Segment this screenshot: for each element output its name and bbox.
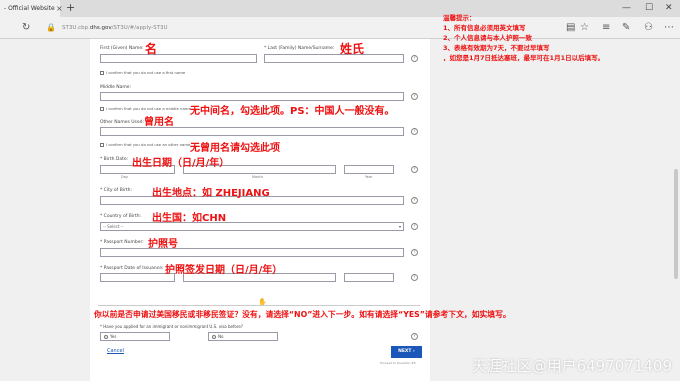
issuance-year-input[interactable] xyxy=(344,273,394,282)
passport-number-label: * Passport Number: xyxy=(100,240,144,245)
tip-item: 3、表格有效期为7天，不要过早填写 xyxy=(443,44,550,52)
help-icon[interactable]: ? xyxy=(411,197,418,204)
maximize-icon[interactable]: ☐ xyxy=(645,0,653,17)
close-window-icon[interactable]: ✕ xyxy=(665,0,673,17)
new-tab-icon[interactable]: + xyxy=(66,0,75,16)
radio-icon xyxy=(104,335,108,339)
checkbox-icon xyxy=(100,143,104,147)
no-first-name-text: I confirm that you do not use a first na… xyxy=(106,70,186,75)
last-name-label: * Last (Family) Name/Surname: xyxy=(264,46,335,51)
issuance-day-input[interactable] xyxy=(100,273,175,282)
annotation-country: 出生国：如CHN xyxy=(152,213,227,224)
scrollbar[interactable] xyxy=(674,169,678,279)
annotation-birth-date: 出生日期（日/月/年） xyxy=(132,158,230,169)
visa-no-radio[interactable]: No xyxy=(208,332,278,341)
help-icon[interactable]: ? xyxy=(411,249,418,256)
lock-icon: 🔒 xyxy=(46,23,56,32)
annotation-visa-question: 你以前是否申请过美国移民或非移民签证？没有，请选择“NO”进入下一步。如有请选择… xyxy=(94,310,511,319)
no-label: No xyxy=(218,334,224,339)
other-names-input[interactable] xyxy=(100,127,404,136)
help-icon[interactable]: ? xyxy=(411,333,418,340)
annotation-other-names: 曾用名 xyxy=(144,117,174,128)
middle-name-label: Middle Name: xyxy=(100,85,132,90)
year-caption: Year xyxy=(365,175,373,179)
minimize-icon[interactable]: — xyxy=(622,0,631,17)
annotation-last-name: 姓氏 xyxy=(340,42,365,56)
checkbox-icon xyxy=(100,107,104,111)
cancel-link[interactable]: Cancel xyxy=(107,348,124,354)
tip-item: ，如您是1月7日抵达塞班，最早可在1月1日以后填写。 xyxy=(443,54,605,62)
refresh-icon[interactable]: ↻ xyxy=(22,21,30,35)
help-icon[interactable]: ? xyxy=(411,166,418,173)
help-icon[interactable]: ? xyxy=(411,93,418,100)
form-panel xyxy=(90,39,430,381)
no-middle-name-checkbox[interactable]: I confirm that you do not use a middle n… xyxy=(100,106,191,111)
yes-label: Yes xyxy=(110,334,117,339)
next-label: NEXT xyxy=(398,349,412,354)
section-divider xyxy=(98,305,420,306)
radio-icon xyxy=(212,335,216,339)
watermark: 天涯社区@用户6497071409 xyxy=(471,357,672,375)
next-button[interactable]: NEXT › xyxy=(391,346,422,358)
birth-date-label: * Birth Date: xyxy=(100,157,129,162)
tab-title: - Official Website xyxy=(4,5,55,12)
annotation-city: 出生地点：如 ZHEJIANG xyxy=(152,188,270,199)
chevron-down-icon: ▾ xyxy=(398,224,401,229)
no-other-names-text: I confirm that you do not use an other n… xyxy=(106,142,191,147)
tips-note: 温馨提示： 1、所有信息必须用英文填写 2、个人信息请与本人护照一致 3、表格有… xyxy=(443,13,604,63)
url-prefix: ST3U.cbp. xyxy=(62,25,90,31)
last-name-input[interactable] xyxy=(264,54,404,63)
more-icon[interactable]: ⋯ xyxy=(664,21,674,35)
help-icon[interactable]: ? xyxy=(411,55,418,62)
url-domain: dhs.gov xyxy=(89,25,112,31)
url-path: /ST3U/#/apply-ST3U xyxy=(111,25,168,31)
page-content xyxy=(0,39,680,381)
visa-yes-radio[interactable]: Yes xyxy=(100,332,170,341)
birth-year-input[interactable] xyxy=(344,165,394,174)
help-icon[interactable]: ? xyxy=(411,223,418,230)
first-name-input[interactable] xyxy=(100,54,257,63)
visa-applied-question: * Have you applied for an immigrant or n… xyxy=(100,324,243,329)
first-name-label: First (Given) Name: xyxy=(100,46,144,51)
annotation-passport: 护照号 xyxy=(148,239,178,250)
country-of-birth-label: * Country of Birth: xyxy=(100,214,142,219)
help-icon[interactable]: ? xyxy=(411,128,418,135)
no-middle-name-text: I confirm that you do not use a middle n… xyxy=(106,106,191,111)
city-of-birth-label: * City of Birth: xyxy=(100,188,133,193)
annotation-middle-name: 无中间名，勾选此项。PS：中国人一般没有。 xyxy=(190,106,395,117)
tip-item: 1、所有信息必须用英文填写 xyxy=(443,24,526,32)
tips-title: 温馨提示： xyxy=(443,14,476,22)
proceed-caption: Proceed to Question #5 xyxy=(380,361,416,365)
annotation-issuance: 护照签发日期（日/月/年） xyxy=(165,265,283,276)
no-other-names-checkbox[interactable]: I confirm that you do not use an other n… xyxy=(100,142,190,147)
country-select-value: -- Select -- xyxy=(103,224,124,229)
no-first-name-checkbox[interactable]: I confirm that you do not use a first na… xyxy=(100,70,185,75)
help-icon[interactable]: ? xyxy=(411,274,418,281)
issuance-date-label: * Passport Date of Issuance: xyxy=(100,266,164,271)
middle-name-input[interactable] xyxy=(100,92,404,101)
tab-close-icon[interactable]: × xyxy=(56,0,63,17)
url-field[interactable]: ST3U.cbp.dhs.gov/ST3U/#/apply-ST3U xyxy=(62,22,168,34)
annotation-no-other-names: 无曾用名请勾选此项 xyxy=(190,143,280,154)
passport-number-input[interactable] xyxy=(100,248,404,257)
country-of-birth-select[interactable]: -- Select -- ▾ xyxy=(100,222,404,231)
pen-icon[interactable]: ✎ xyxy=(622,21,630,35)
checkbox-icon xyxy=(100,71,104,75)
annotation-first-name: 名 xyxy=(145,42,158,56)
month-caption: Month xyxy=(252,175,263,179)
tip-item: 2、个人信息请与本人护照一致 xyxy=(443,34,533,42)
day-caption: Day xyxy=(121,175,128,179)
other-names-label: Other Names Used: xyxy=(100,120,145,125)
share-icon[interactable]: ⚇ xyxy=(644,21,653,35)
browser-tab[interactable]: - Official Website xyxy=(0,0,60,17)
